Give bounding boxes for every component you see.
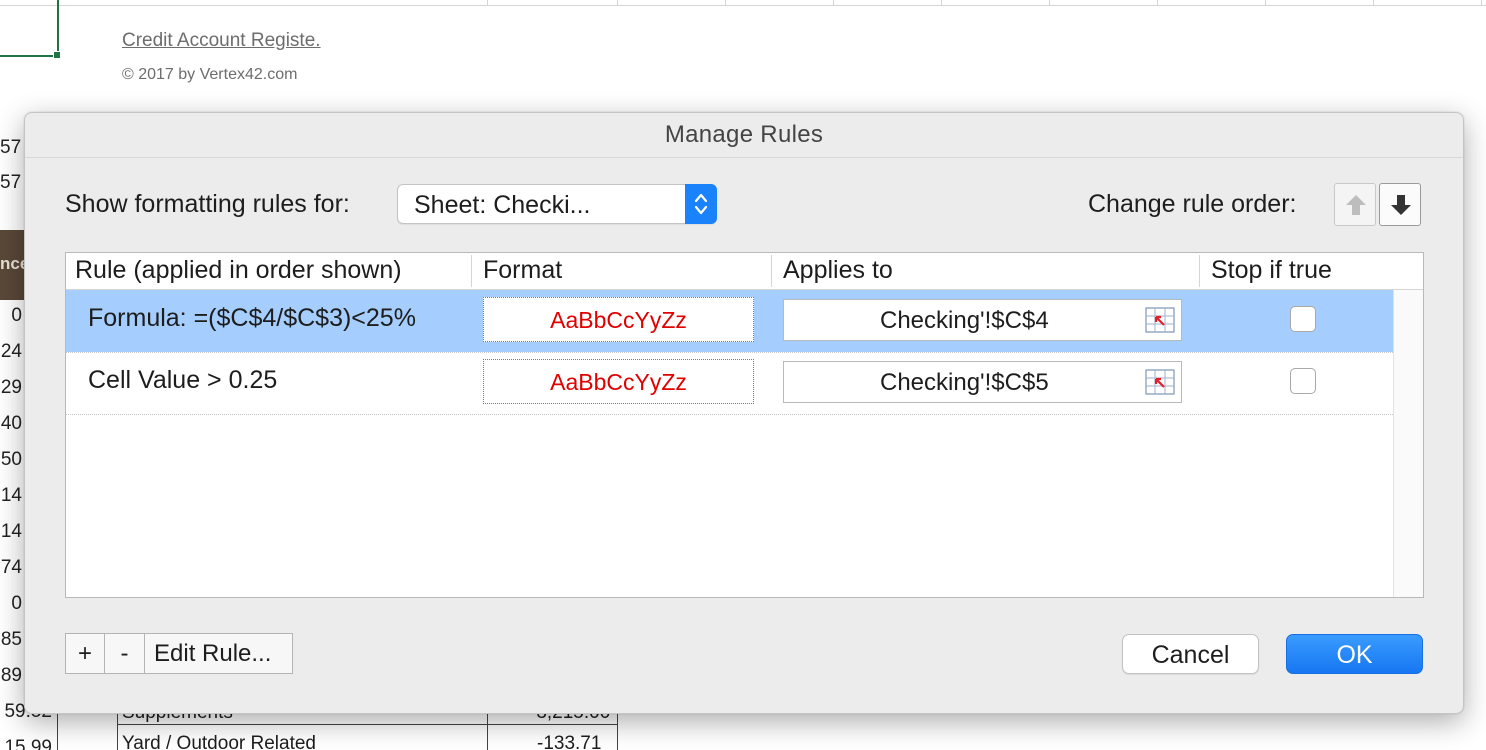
column-divider xyxy=(725,0,726,6)
cell-value: 15.99 xyxy=(4,737,52,750)
stop-if-true-checkbox[interactable] xyxy=(1290,306,1316,332)
show-rules-for-value: Sheet: Checki... xyxy=(414,191,591,219)
amount-cell: -133.71 xyxy=(537,733,602,750)
grid-line xyxy=(617,712,618,750)
column-divider xyxy=(1373,0,1374,6)
applies-to-field[interactable]: Checking'!$C$4 xyxy=(783,299,1182,341)
arrow-down-icon xyxy=(1391,195,1411,215)
cell-value: 14 xyxy=(0,485,22,506)
add-rule-button[interactable]: + xyxy=(66,634,105,673)
manage-rules-dialog: Manage Rules Show formatting rules for: … xyxy=(24,112,1464,714)
move-rule-up-button[interactable] xyxy=(1334,183,1376,226)
column-header-strip xyxy=(0,0,1486,6)
remove-rule-button[interactable]: - xyxy=(105,634,145,673)
edit-rule-button[interactable]: Edit Rule... xyxy=(145,634,292,673)
cell-value: 0 xyxy=(11,305,22,326)
cell-value: 0 xyxy=(11,593,22,614)
rule-row[interactable]: Formula: =($C$4/$C$3)<25% AaBbCcYyZz Che… xyxy=(66,290,1393,352)
column-header-format[interactable]: Format xyxy=(483,256,562,285)
column-divider xyxy=(1265,0,1266,6)
applies-to-value: Checking'!$C$5 xyxy=(880,369,1049,396)
cell-value: 50 xyxy=(0,449,22,470)
show-rules-for-label: Show formatting rules for: xyxy=(65,190,350,218)
applies-to-field[interactable]: Checking'!$C$5 xyxy=(783,361,1182,403)
cell-value: 57. xyxy=(0,172,22,193)
column-divider xyxy=(771,255,772,287)
grid-line xyxy=(117,712,118,750)
sheet-copyright: © 2017 by Vertex42.com xyxy=(122,66,298,83)
row-divider xyxy=(66,414,1393,415)
rule-edit-controls: + - Edit Rule... xyxy=(65,633,293,674)
cell-value: 85 xyxy=(0,629,22,650)
applies-to-value: Checking'!$C$4 xyxy=(880,307,1049,334)
rule-description: Cell Value > 0.25 xyxy=(88,366,278,394)
show-rules-for-select[interactable]: Sheet: Checki... xyxy=(397,184,717,224)
move-rule-down-button[interactable] xyxy=(1379,183,1421,226)
grid-line xyxy=(57,712,58,750)
cell-value: 24 xyxy=(0,341,22,362)
column-divider xyxy=(941,0,942,6)
title-divider xyxy=(25,157,1463,158)
stop-if-true-checkbox[interactable] xyxy=(1290,368,1316,394)
column-header-rule[interactable]: Rule (applied in order shown) xyxy=(75,256,402,285)
column-divider xyxy=(471,255,472,287)
column-divider xyxy=(1157,0,1158,6)
format-preview[interactable]: AaBbCcYyZz xyxy=(483,359,754,404)
arrow-up-icon xyxy=(1346,195,1366,215)
cancel-button[interactable]: Cancel xyxy=(1122,634,1259,674)
dialog-title: Manage Rules xyxy=(664,121,824,148)
cell-value: 14 xyxy=(0,521,22,542)
column-divider xyxy=(487,0,488,6)
rule-row[interactable]: Cell Value > 0.25 AaBbCcYyZz Checking'!$… xyxy=(66,352,1393,414)
sheet-title-link[interactable]: Credit Account Registe. xyxy=(122,30,321,52)
rule-description: Formula: =($C$4/$C$3)<25% xyxy=(88,304,416,332)
rules-table: Rule (applied in order shown) Format App… xyxy=(65,252,1424,598)
column-header-applies-to[interactable]: Applies to xyxy=(783,256,893,285)
cell-value: 29 xyxy=(0,377,22,398)
column-divider xyxy=(1481,0,1482,6)
cell-value: 74 xyxy=(0,557,22,578)
column-divider xyxy=(1049,0,1050,6)
column-divider xyxy=(617,0,618,6)
cell-value: 57. xyxy=(0,137,22,158)
column-divider xyxy=(833,0,834,6)
category-cell: Yard / Outdoor Related xyxy=(122,733,316,750)
range-picker-icon[interactable] xyxy=(1145,307,1175,338)
column-header-cell: nce xyxy=(0,230,24,300)
cell-value: 89 xyxy=(0,665,22,686)
change-rule-order-label: Change rule order: xyxy=(1088,190,1297,218)
active-cell[interactable] xyxy=(0,0,61,59)
column-header-stop-if-true[interactable]: Stop if true xyxy=(1211,256,1332,285)
rules-scrollbar[interactable] xyxy=(1393,290,1423,597)
rules-table-header: Rule (applied in order shown) Format App… xyxy=(66,253,1423,290)
format-preview[interactable]: AaBbCcYyZz xyxy=(483,297,754,342)
grid-line xyxy=(487,712,488,750)
select-stepper-icon xyxy=(685,184,717,224)
range-picker-icon[interactable] xyxy=(1145,369,1175,400)
grid-line xyxy=(117,724,617,725)
ok-button[interactable]: OK xyxy=(1286,634,1423,674)
column-divider xyxy=(1199,255,1200,287)
cell-value: 40 xyxy=(0,413,22,434)
